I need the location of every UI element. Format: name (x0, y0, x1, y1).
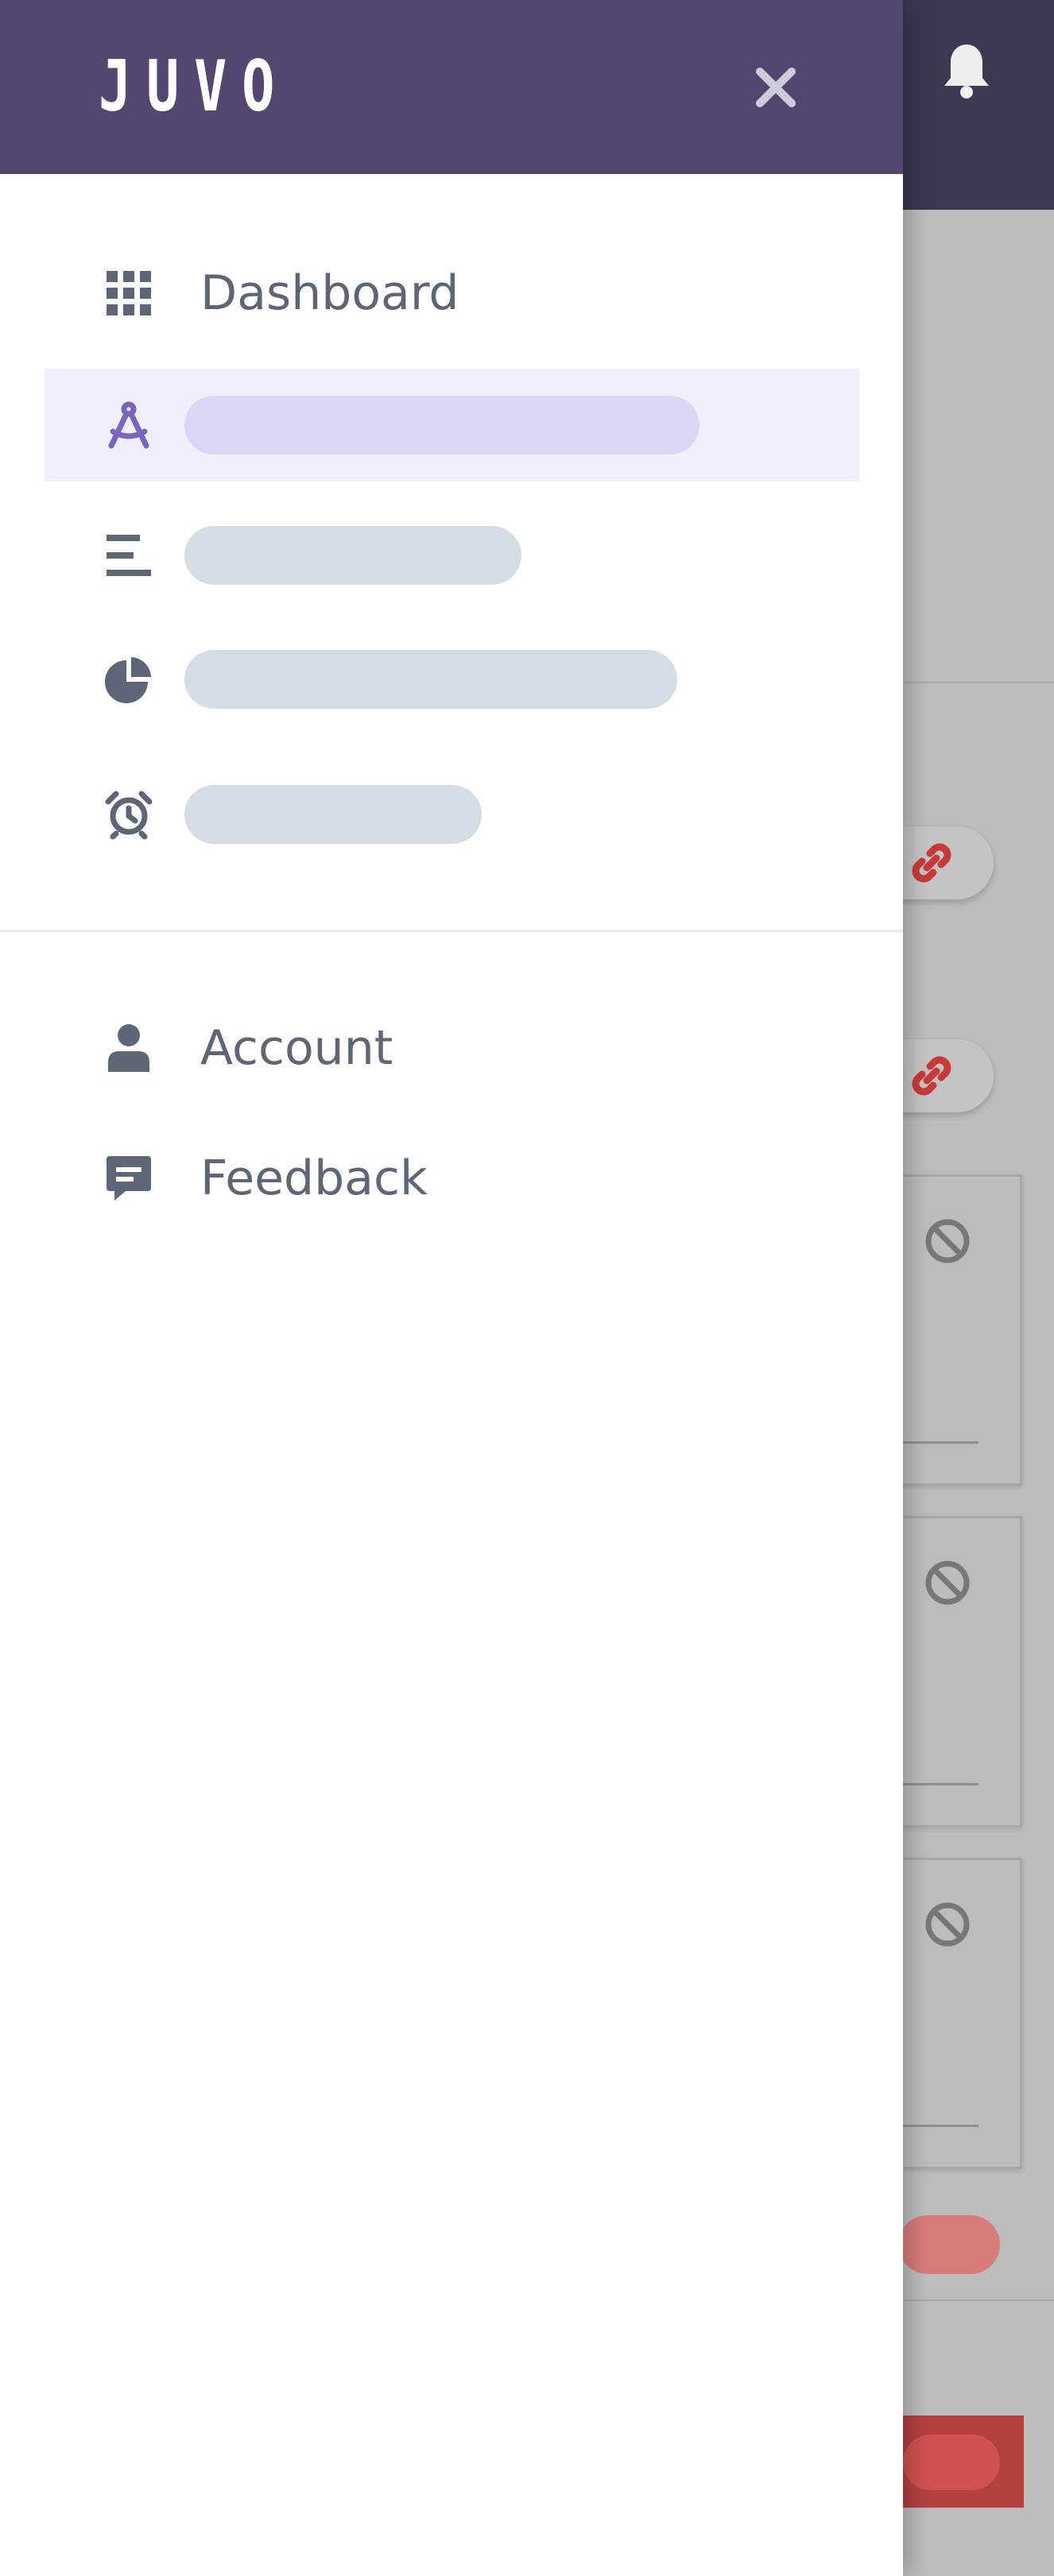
nav-label-skeleton (184, 650, 677, 709)
nav-item-label: Account (200, 1020, 393, 1076)
bell-icon[interactable] (943, 41, 990, 100)
link-icon (912, 1056, 951, 1096)
user-icon (108, 1024, 149, 1072)
close-drawer-button[interactable] (747, 59, 804, 116)
field-underline (902, 1783, 978, 1785)
nav-item-account[interactable]: Account (45, 992, 859, 1104)
nav-label-skeleton (184, 526, 521, 585)
pie-chart-icon (105, 657, 151, 703)
nav-item-label: Feedback (200, 1151, 428, 1206)
nav-item-list[interactable] (45, 499, 859, 612)
nav-item-reminders[interactable] (45, 758, 859, 871)
logo: JUVO (99, 45, 290, 127)
nav-label-skeleton (184, 396, 699, 454)
nav-item-reports[interactable] (45, 623, 859, 736)
ban-icon[interactable] (922, 1216, 973, 1267)
nav-item-active[interactable] (45, 369, 859, 482)
nav-divider (0, 930, 903, 932)
drawer-header: JUVO (0, 0, 903, 174)
nav-label-skeleton (184, 785, 482, 844)
field-underline (902, 1441, 978, 1444)
section-divider (902, 2299, 1054, 2301)
feedback-icon (107, 1156, 151, 1201)
alarm-clock-icon (105, 791, 153, 840)
field-underline (902, 2125, 978, 2127)
section-divider (902, 682, 1054, 683)
danger-button-label-placeholder (903, 2435, 1000, 2490)
compass-icon (108, 401, 149, 449)
status-badge (898, 2215, 1000, 2274)
ban-icon[interactable] (922, 1899, 973, 1950)
nav-item-dashboard[interactable]: Dashboard (45, 237, 859, 350)
link-icon (912, 843, 951, 883)
close-icon (756, 68, 796, 107)
navigation-drawer: JUVO Dashboard Account Feedback (0, 0, 903, 2576)
grid-icon (107, 271, 151, 315)
nav-item-label: Dashboard (200, 265, 459, 321)
list-icon (107, 535, 151, 576)
ban-icon[interactable] (922, 1557, 973, 1608)
nav-item-feedback[interactable]: Feedback (45, 1122, 859, 1235)
